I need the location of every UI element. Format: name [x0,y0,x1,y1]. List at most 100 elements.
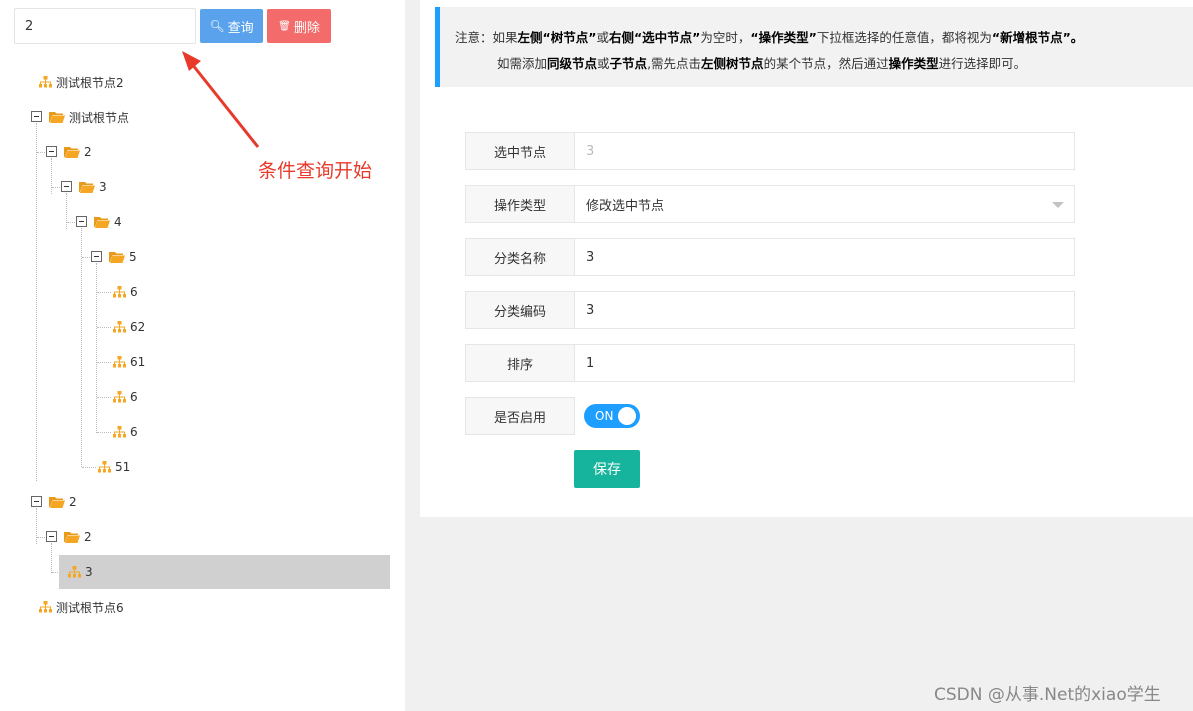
tree-connector [97,362,111,363]
category-code-label: 分类编码 [465,291,575,329]
tree-node-61[interactable]: 61 [113,350,145,374]
collapse-toggle-icon[interactable] [91,251,102,262]
toggle-state-text: ON [595,409,614,423]
tree-connector [36,508,37,544]
tree-connector [51,158,52,194]
edit-panel: 注意：如果左侧“树节点”或右侧“选中节点”为空时，“操作类型”下拉框选择的任意值… [420,0,1193,517]
tree-node-root[interactable]: 测试根节点 [49,105,129,129]
tree-node-label: 2 [69,495,77,509]
notice-bold: 左侧“树节点” [517,30,597,45]
search-input[interactable] [14,8,196,44]
tree-node-b2[interactable]: 2 [49,490,77,514]
tree-node-5[interactable]: 5 [109,245,137,269]
leaf-node-icon [68,566,81,578]
folder-open-icon [94,216,110,228]
notice-text: 注意：如果 [455,30,518,45]
enabled-label: 是否启用 [465,397,575,435]
enabled-toggle[interactable]: ON [584,404,640,428]
form-row-operation-type: 操作类型 修改选中节点 [465,185,1075,223]
notice-text: 为空时， [700,30,751,45]
annotation-text: 条件查询开始 [258,160,373,182]
folder-open-icon [49,496,65,508]
tree-connector [67,222,75,223]
query-button-label: 查询 [227,20,254,36]
tree-node-root2[interactable]: 测试根节点2 [39,70,124,94]
collapse-toggle-icon[interactable] [31,111,42,122]
tree-node-label: 4 [114,215,122,229]
tree-connector [82,467,96,468]
notice-line-2: 如需添加同级节点或子节点,需先点击左侧树节点的某个节点，然后通过操作类型进行选择… [455,51,1193,77]
tree-connector [51,543,52,573]
tree-connector [96,263,97,433]
leaf-node-icon [98,461,111,473]
operation-type-label: 操作类型 [465,185,575,223]
notice-text: 或 [597,56,610,71]
sort-order-field[interactable]: 1 [575,344,1075,382]
delete-button-label: 删除 [293,20,320,36]
operation-type-select[interactable]: 修改选中节点 [575,185,1075,223]
form-row-sort-order: 排序 1 [465,344,1075,382]
notice-box: 注意：如果左侧“树节点”或右侧“选中节点”为空时，“操作类型”下拉框选择的任意值… [435,7,1193,87]
tree-node-label: 2 [84,145,92,159]
category-code-field[interactable]: 3 [575,291,1075,329]
collapse-toggle-icon[interactable] [76,216,87,227]
selected-node-field[interactable]: 3 [575,132,1075,170]
selected-node-label: 选中节点 [465,132,575,170]
query-button[interactable]: 🔍︎ 查询 [200,9,263,43]
annotation-arrow [182,51,260,148]
tree-node-3[interactable]: 3 [79,175,107,199]
notice-bold: “操作类型” [750,30,817,45]
tree-node-51[interactable]: 51 [98,455,130,479]
tree-connector [81,228,82,467]
tree-node-2[interactable]: 2 [64,140,92,164]
delete-button[interactable]: 🗑︎ 删除 [267,9,331,43]
tree-node-label: 测试根节点6 [56,600,124,615]
tree-connector [37,152,45,153]
notice-bold: “新增根节点”。 [991,30,1084,45]
category-name-field[interactable]: 3 [575,238,1075,276]
tree-node-6[interactable]: 6 [113,280,138,304]
leaf-node-icon [113,426,126,438]
leaf-node-icon [113,391,126,403]
tree-node-label: 3 [85,565,93,579]
tree-node-label: 测试根节点 [69,110,130,125]
collapse-toggle-icon[interactable] [46,531,57,542]
form-row-category-code: 分类编码 3 [465,291,1075,329]
notice-text: ,需先点击 [647,56,702,71]
folder-open-icon [64,531,80,543]
tree-node-6b[interactable]: 6 [113,385,138,409]
operation-type-value: 修改选中节点 [586,198,665,214]
tree-node-label: 测试根节点2 [56,75,124,90]
tree-node-label: 61 [130,355,146,369]
folder-open-icon [79,181,95,193]
category-name-label: 分类名称 [465,238,575,276]
collapse-toggle-icon[interactable] [31,496,42,507]
leaf-node-icon [39,76,52,88]
tree-node-62[interactable]: 62 [113,315,145,339]
tree-connector [97,292,111,293]
form-row-category-name: 分类名称 3 [465,238,1075,276]
tree-node-label: 6 [130,285,138,299]
tree-selected-highlight [59,555,390,589]
tree-node-label: 62 [130,320,146,334]
notice-line-1: 注意：如果左侧“树节点”或右侧“选中节点”为空时，“操作类型”下拉框选择的任意值… [455,25,1193,51]
save-button[interactable]: 保存 [574,450,640,488]
tree-node-b2a[interactable]: 2 [64,525,92,549]
folder-open-icon [64,146,80,158]
tree-node-root6[interactable]: 测试根节点6 [39,595,124,619]
trash-icon: 🗑︎ [278,20,291,32]
notice-text: 如需添加 [497,56,548,71]
leaf-node-icon [113,356,126,368]
notice-text: 进行选择即可。 [938,56,1027,71]
collapse-toggle-icon[interactable] [61,181,72,192]
chevron-down-icon [1052,202,1064,208]
tree-connector [52,187,60,188]
folder-open-icon [49,111,65,123]
tree-node-b3-selected[interactable]: 3 [68,560,93,584]
notice-text: 的某个节点，然后通过 [763,56,889,71]
tree-node-6c[interactable]: 6 [113,420,138,444]
tree-connector [97,327,111,328]
collapse-toggle-icon[interactable] [46,146,57,157]
notice-bold: 右侧“选中节点” [608,30,701,45]
tree-node-4[interactable]: 4 [94,210,122,234]
